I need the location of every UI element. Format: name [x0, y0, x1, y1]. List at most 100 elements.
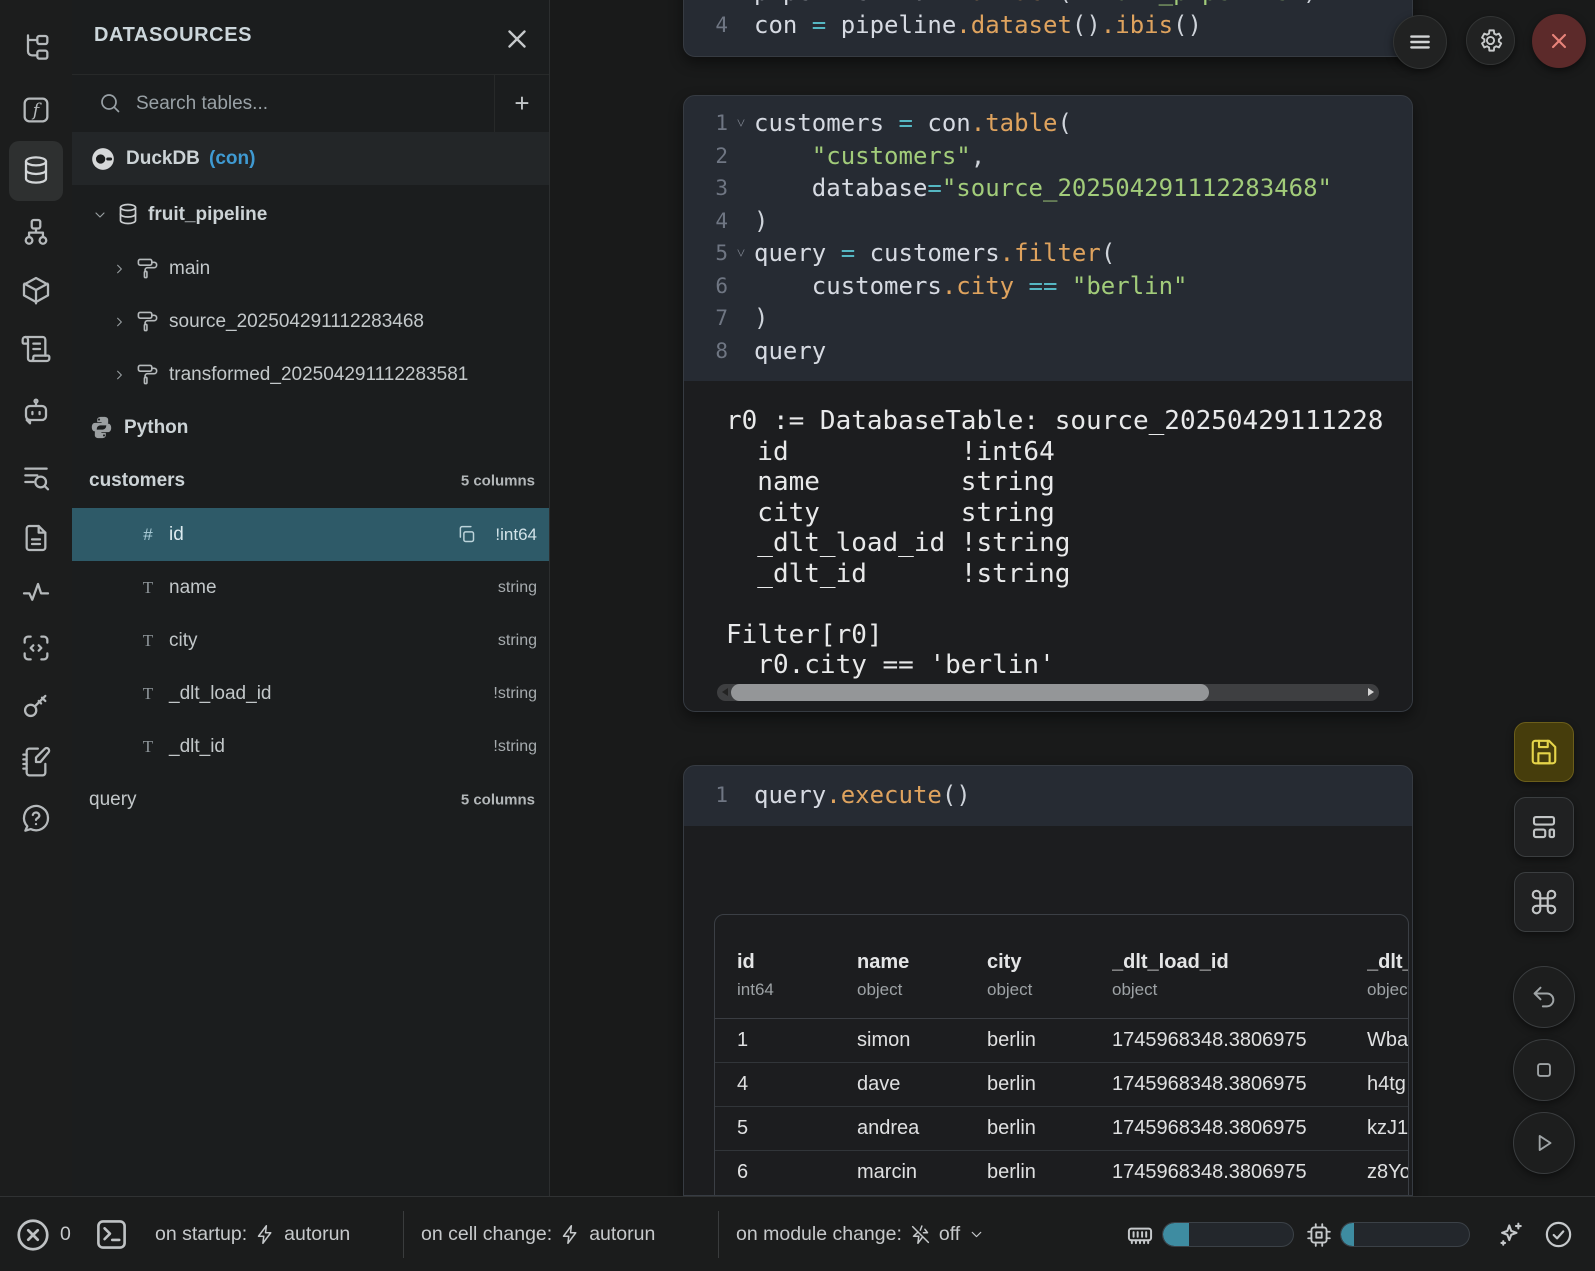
logs-icon[interactable] [20, 333, 52, 365]
column-name: _dlt_load_id [169, 683, 271, 705]
on-module-change-setting[interactable]: on module change: off [736, 1197, 985, 1271]
table-name: query [89, 789, 137, 811]
chevron-right-icon[interactable] [112, 314, 127, 329]
column-row-id[interactable]: # id !int64 [72, 508, 549, 561]
tree-item-transformed[interactable]: transformed_202504291112283581 [72, 348, 549, 401]
list-search-icon[interactable] [20, 462, 52, 494]
dependency-graph-icon[interactable] [20, 216, 52, 248]
status-bar: 0 on startup: autorun on cell change: au… [0, 1196, 1595, 1271]
table-header-customers[interactable]: customers 5 columns [72, 454, 549, 507]
tracing-icon[interactable] [20, 576, 52, 608]
table-row[interactable]: 5andreaberlin1745968348.3806975kzJ1C [715, 1106, 1408, 1151]
column-type: string [498, 632, 537, 650]
zap-icon [255, 1224, 276, 1245]
code-editor[interactable]: 1query.execute() [696, 779, 1408, 812]
result-table-header: idint64 nameobject cityobject _dlt_load_… [715, 915, 1408, 1019]
column-row-city[interactable]: T city string [72, 614, 549, 667]
connection-alias: (con) [209, 148, 255, 170]
code-editor[interactable]: 1˅customers = con.table(2 "customers",3 … [696, 107, 1408, 367]
help-icon[interactable] [20, 802, 52, 834]
svg-text:f: f [31, 101, 42, 121]
text-type-icon: T [136, 737, 160, 757]
stop-button[interactable] [1513, 1039, 1575, 1101]
command-palette-button[interactable] [1514, 872, 1574, 932]
code-editor[interactable]: 3pipeline = dlt.attach("fruit_pipeline")… [696, 0, 1408, 41]
connection-name: DuckDB [126, 148, 200, 170]
chat-bot-icon[interactable] [20, 396, 52, 428]
memory-usage-gauge[interactable] [1162, 1222, 1294, 1247]
chevron-down-icon[interactable] [92, 207, 108, 223]
functions-icon[interactable]: f [20, 94, 52, 126]
table-header-query[interactable]: query 5 columns [72, 773, 549, 826]
tree-item-source[interactable]: source_202504291112283468 [72, 295, 549, 348]
tree-item-label: fruit_pipeline [148, 204, 267, 226]
notebook-menu-button[interactable] [1393, 15, 1447, 69]
tree-item-label: transformed_202504291112283581 [169, 364, 468, 386]
scratchpad-icon[interactable] [20, 746, 52, 778]
on-startup-setting[interactable]: on startup: autorun [155, 1197, 350, 1271]
close-panel-icon[interactable] [502, 24, 534, 56]
cpu-icon [1306, 1222, 1332, 1248]
tree-item-label: main [169, 258, 210, 280]
column-type: !string [493, 685, 537, 703]
on-cell-change-setting[interactable]: on cell change: autorun [421, 1197, 655, 1271]
duckdb-logo-icon [90, 146, 116, 172]
snippets-icon[interactable] [20, 632, 52, 664]
table-row[interactable]: 6marcinberlin1745968348.3806975z8Yo [715, 1150, 1408, 1194]
table-row[interactable]: 1simonberlin1745968348.3806975Wba [715, 1018, 1408, 1063]
table-row[interactable]: 4daveberlin1745968348.3806975h4tg [715, 1062, 1408, 1107]
packages-icon[interactable] [20, 274, 52, 306]
schema-icon [136, 363, 159, 386]
secrets-icon[interactable] [20, 689, 52, 721]
error-count: 0 [60, 1223, 71, 1246]
column-row-dlt-id[interactable]: T _dlt_id !string [72, 720, 549, 773]
zap-icon [560, 1224, 581, 1245]
column-type: !int64 [495, 525, 537, 545]
documentation-icon[interactable] [20, 522, 52, 554]
column-row-dlt-load-id[interactable]: T _dlt_load_id !string [72, 667, 549, 720]
cpu-usage-gauge[interactable] [1340, 1222, 1470, 1247]
layout-toggle-button[interactable] [1514, 797, 1574, 857]
chevron-down-icon [968, 1226, 985, 1243]
text-type-icon: T [136, 578, 160, 598]
settings-gear-button[interactable] [1466, 16, 1515, 65]
connection-row-duckdb[interactable]: DuckDB (con) [72, 132, 549, 185]
undo-button[interactable] [1513, 966, 1575, 1028]
activity-rail: f [0, 0, 73, 1196]
code-cell-execute[interactable]: 1query.execute() idint64 nameobject city… [683, 765, 1413, 1196]
add-datasource-button[interactable]: + [494, 74, 549, 132]
table-name: customers [89, 470, 185, 492]
column-name: _dlt_id [169, 736, 225, 758]
ibis-expression-output: r0 := DatabaseTable: source_202504291112… [726, 406, 1383, 681]
code-cell-setup[interactable]: 3pipeline = dlt.attach("fruit_pipeline")… [683, 0, 1413, 57]
run-button[interactable] [1513, 1112, 1575, 1174]
python-logo-icon [89, 415, 114, 440]
code-cell-query[interactable]: 1˅customers = con.table(2 "customers",3 … [683, 95, 1413, 712]
column-count-badge: 5 columns [461, 472, 535, 489]
app-window: f [0, 0, 1595, 1271]
copy-icon[interactable] [456, 524, 477, 545]
horizontal-scrollbar[interactable] [717, 684, 1379, 701]
chevron-right-icon[interactable] [112, 261, 127, 276]
ai-sparkles-icon[interactable] [1496, 1220, 1525, 1249]
table-search-row: + [72, 74, 549, 133]
terminal-button[interactable] [93, 1197, 130, 1271]
datasources-panel: DATASOURCES + DuckDB (con) fruit_ [72, 0, 550, 1196]
column-name: name [169, 577, 217, 599]
search-input[interactable] [134, 86, 478, 122]
column-type: !string [493, 738, 537, 756]
tree-item-main[interactable]: main [72, 242, 549, 295]
file-tree-icon[interactable] [20, 32, 52, 64]
section-python[interactable]: Python [72, 401, 549, 454]
error-counter[interactable]: 0 [14, 1197, 71, 1271]
datasources-icon[interactable] [20, 154, 52, 186]
column-row-name[interactable]: T name string [72, 561, 549, 614]
shutdown-close-button[interactable] [1532, 14, 1586, 68]
tree-item-fruit-pipeline[interactable]: fruit_pipeline [72, 188, 549, 241]
connection-status-icon[interactable] [1543, 1219, 1574, 1250]
chevron-right-icon[interactable] [112, 367, 127, 382]
cell-output: r0 := DatabaseTable: source_202504291112… [684, 381, 1412, 711]
save-button[interactable] [1514, 722, 1574, 782]
int-type-icon: # [136, 525, 160, 545]
search-icon [98, 91, 122, 115]
